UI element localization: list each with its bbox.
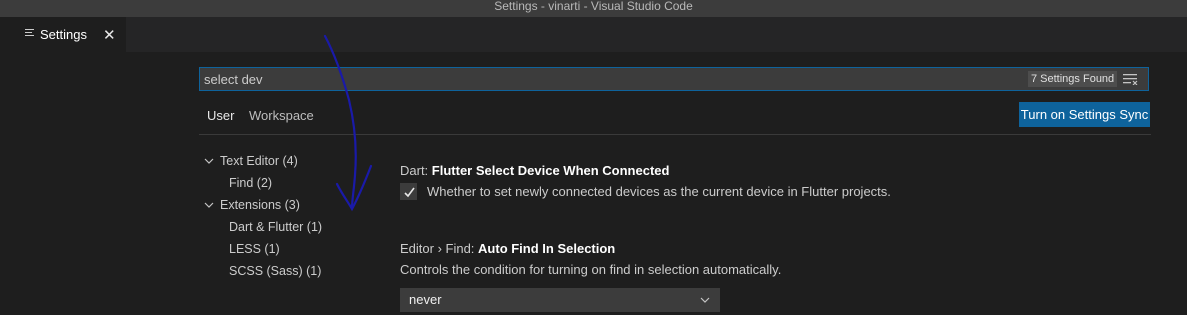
clear-filter-icon[interactable] [1123, 73, 1139, 85]
setting-description: Whether to set newly connected devices a… [427, 184, 891, 199]
setting-name: Flutter Select Device When Connected [431, 163, 670, 178]
setting-checkbox[interactable] [400, 183, 417, 200]
header-divider [199, 134, 1151, 135]
toc-item-scss[interactable]: SCSS (Sass) (1) [229, 264, 321, 278]
editor-tab-bar: Settings ✕ [0, 17, 1187, 52]
setting-name: Auto Find In Selection [478, 241, 616, 256]
tab-user[interactable]: User [207, 108, 234, 123]
tab-workspace[interactable]: Workspace [249, 108, 314, 123]
setting-title: Dart: Flutter Select Device When Connect… [400, 163, 669, 178]
window-title: Settings - vinarti - Visual Studio Code [494, 0, 693, 13]
turn-on-settings-sync-button[interactable]: Turn on Settings Sync [1019, 102, 1150, 127]
tab-settings[interactable]: Settings ✕ [0, 17, 126, 52]
chevron-down-icon [700, 297, 710, 303]
toc-item-less[interactable]: LESS (1) [229, 242, 280, 256]
setting-title: Editor › Find: Auto Find In Selection [400, 241, 615, 256]
setting-description: Controls the condition for turning on fi… [400, 262, 782, 277]
chevron-down-icon[interactable] [204, 156, 214, 166]
toc-item-text-editor[interactable]: Text Editor (4) [220, 154, 298, 168]
checkmark-icon [404, 187, 415, 198]
toc-item-dart-flutter[interactable]: Dart & Flutter (1) [229, 220, 322, 234]
setting-category: Dart: [400, 163, 432, 178]
settings-search-input[interactable] [204, 70, 1004, 88]
dropdown-value: never [409, 292, 442, 307]
tab-label: Settings [40, 27, 87, 42]
toc-item-extensions[interactable]: Extensions (3) [220, 198, 300, 212]
settings-file-icon [25, 29, 34, 36]
toc-item-find[interactable]: Find (2) [229, 176, 272, 190]
setting-category: Editor › Find: [400, 241, 479, 256]
settings-search-box: 7 Settings Found [199, 67, 1149, 91]
window-titlebar: Settings - vinarti - Visual Studio Code [0, 0, 1187, 17]
chevron-down-icon[interactable] [204, 200, 214, 210]
close-icon[interactable]: ✕ [103, 26, 116, 44]
auto-find-in-selection-dropdown[interactable]: never [400, 288, 720, 312]
results-count-badge: 7 Settings Found [1028, 71, 1118, 87]
